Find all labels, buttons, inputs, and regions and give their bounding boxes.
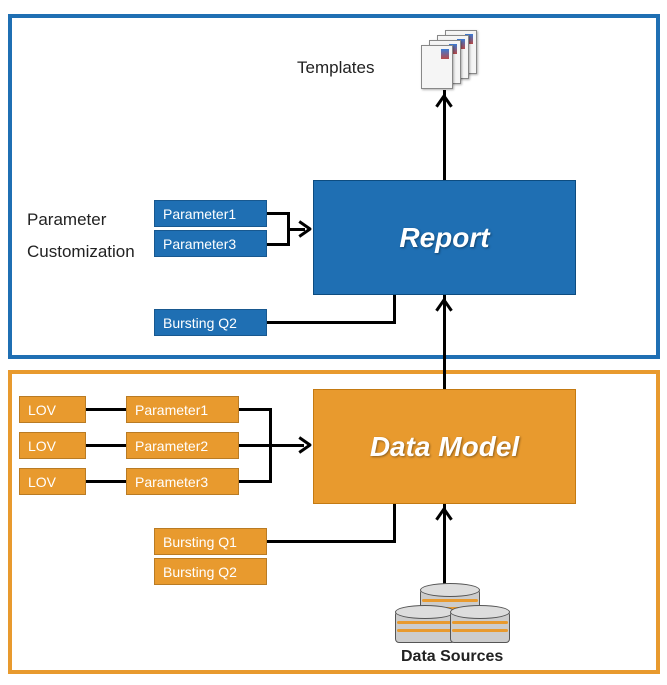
diagram-canvas: Templates Report Parameter Customization… <box>0 0 667 685</box>
arrowhead-icon <box>436 94 452 110</box>
datamodel-box: Data Model <box>313 389 576 504</box>
param-custom-label-1: Parameter <box>27 210 106 230</box>
report-param-text: Parameter3 <box>163 236 236 252</box>
connector <box>393 504 396 543</box>
report-box: Report <box>313 180 576 295</box>
lov-text: LOV <box>28 438 56 454</box>
database-icon <box>450 605 510 643</box>
lov-box: LOV <box>19 432 86 459</box>
report-param-text: Parameter1 <box>163 206 236 222</box>
connector <box>86 408 126 411</box>
dm-param-box: Parameter1 <box>126 396 239 423</box>
connector <box>267 212 287 215</box>
lov-box: LOV <box>19 468 86 495</box>
dm-param-text: Parameter2 <box>135 438 208 454</box>
report-bursting-box: Bursting Q2 <box>154 309 267 336</box>
connector <box>239 408 269 411</box>
connector <box>267 540 395 543</box>
report-param-box: Parameter1 <box>154 200 267 227</box>
arrowhead-icon <box>436 298 452 314</box>
database-icon <box>395 605 455 643</box>
arrowhead-icon <box>298 221 314 237</box>
templates-label: Templates <box>297 58 374 78</box>
report-param-box: Parameter3 <box>154 230 267 257</box>
dm-bursting-text: Bursting Q2 <box>163 564 237 580</box>
dm-bursting-box: Bursting Q2 <box>154 558 267 585</box>
data-sources-label: Data Sources <box>401 648 503 666</box>
connector <box>86 480 126 483</box>
connector <box>267 321 395 324</box>
lov-text: LOV <box>28 474 56 490</box>
dm-param-text: Parameter1 <box>135 402 208 418</box>
param-custom-label-2: Customization <box>27 242 135 262</box>
report-title: Report <box>399 222 489 254</box>
dm-bursting-box: Bursting Q1 <box>154 528 267 555</box>
dm-bursting-text: Bursting Q1 <box>163 534 237 550</box>
connector <box>267 243 287 246</box>
templates-icon <box>415 30 485 90</box>
lov-box: LOV <box>19 396 86 423</box>
connector <box>86 444 126 447</box>
connector <box>239 444 304 447</box>
dm-param-box: Parameter2 <box>126 432 239 459</box>
lov-text: LOV <box>28 402 56 418</box>
datamodel-title: Data Model <box>370 431 519 463</box>
connector <box>239 480 269 483</box>
connector <box>393 295 396 324</box>
report-bursting-text: Bursting Q2 <box>163 315 237 331</box>
dm-param-text: Parameter3 <box>135 474 208 490</box>
arrowhead-icon <box>298 437 314 453</box>
dm-param-box: Parameter3 <box>126 468 239 495</box>
arrowhead-icon <box>436 507 452 523</box>
